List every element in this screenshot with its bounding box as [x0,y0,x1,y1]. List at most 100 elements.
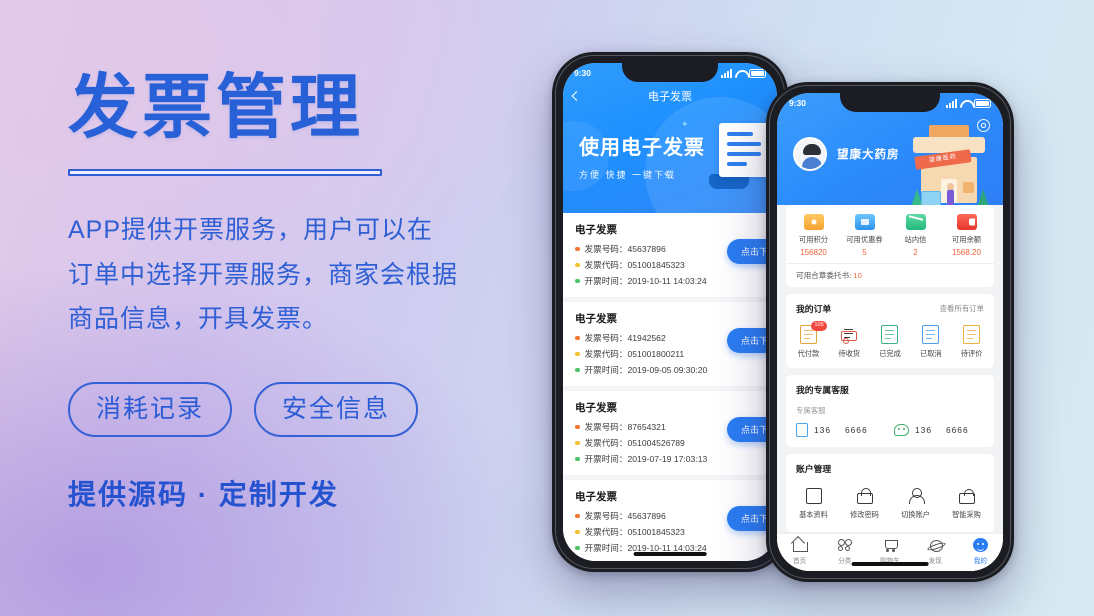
account-action-item[interactable]: 基本资料 [788,488,839,520]
stat-item[interactable]: 可用余额 1568.20 [941,214,992,257]
phone-mockup-member-center: 望康大药房 望康医药 9:30 可用积分 156820 可用优惠券 5 站内信 … [766,82,1014,582]
invoice-card[interactable]: 电子发票 发票号码： 45637896 发票代码： 051001845323 开… [563,480,777,561]
stat-item[interactable]: 可用优惠券 5 [839,214,890,257]
user-profile[interactable]: 望康大药房 [793,137,900,171]
order-status-item[interactable]: 已完成 [870,325,911,359]
invoice-card-title: 电子发票 [575,402,617,414]
discover-icon [928,538,943,552]
account-action-item[interactable]: 切换账户 [890,488,941,520]
status-dot [575,246,580,252]
wifi-icon [735,69,746,78]
battery-icon [974,98,991,108]
document-sheet [719,123,769,177]
view-all-orders-link[interactable]: 查看所有订单 [940,303,984,314]
order-status-icon [963,325,981,344]
status-dot [575,529,580,535]
invoice-card-title: 电子发票 [575,224,617,236]
status-dot [575,262,580,268]
status-dot [575,545,580,551]
document-icon [805,488,822,504]
invoice-card[interactable]: 电子发票 发票号码： 45637896 发票代码： 051001845323 开… [563,213,777,297]
account-action-item[interactable]: 修改密码 [839,488,890,520]
invoice-number-value: 41942562 [627,333,666,343]
order-status-item[interactable]: 待收货 [829,325,870,359]
stat-item[interactable]: 站内信 2 [890,214,941,257]
invoice-card[interactable]: 电子发票 发票号码： 87654321 发票代码： 051004526789 开… [563,391,777,475]
invoice-code-value: 051001845323 [627,260,685,270]
stat-item[interactable]: 可用积分 156820 [788,214,839,257]
home-indicator [633,552,707,556]
page-title: 发票管理 [68,68,364,146]
tab-首页[interactable]: 首页 [777,538,822,565]
title-divider [68,169,382,177]
phone-prefix: 136 [814,425,831,435]
account-action-label: 修改密码 [850,510,879,519]
order-status-item[interactable]: 105 代付款 [788,321,829,359]
status-indicators [721,68,766,78]
invoice-navbar: 电子发票 [563,83,777,109]
invoice-document-illustration [709,123,769,189]
stat-label: 可用余额 [951,235,982,244]
member-center-screen: 望康大药房 望康医药 9:30 可用积分 156820 可用优惠券 5 站内信 … [777,93,1003,571]
invoice-time-row: 开票时间： 2019-09-05 09:30:20 [575,364,765,376]
invoice-number-label: 发票号码： [584,511,628,521]
tab-发现[interactable]: 发现 [913,538,958,565]
tab-购物车[interactable]: 购物车 [867,538,912,565]
invoice-screen: ✦ ✦ 使用电子发票 方便 快捷 一键下载 9:30 电子发票 电子发票 发票号… [563,63,777,561]
phone-icon [796,423,808,437]
phone-mockup-invoice-list: ✦ ✦ 使用电子发票 方便 快捷 一键下载 9:30 电子发票 电子发票 发票号… [552,52,788,572]
wallet-icon [956,214,977,230]
account-action-item[interactable]: 智能采购 [941,488,992,520]
member-content: 可用积分 156820 可用优惠券 5 站内信 2 可用余额 1568.20 可… [777,205,1003,571]
invoice-time-value: 2019-10-11 14:03:24 [627,276,707,286]
tab-我的[interactable]: 我的 [958,538,1003,565]
order-status-item[interactable]: 待评价 [951,325,992,359]
status-dot [575,440,580,446]
stat-value: 5 [862,248,867,257]
phone-notch [622,63,718,82]
invoice-number-value: 87654321 [627,422,666,432]
pill-security-info[interactable]: 安全信息 [254,381,419,437]
stat-value: 2 [913,248,918,257]
account-row: 基本资料 修改密码 切换账户 智能采购 [786,477,994,532]
invoice-list[interactable]: 电子发票 发票号码： 45637896 发票代码： 051001845323 开… [563,213,777,561]
account-header: 账户管理 [786,454,994,477]
invoice-card-title: 电子发票 [575,313,617,325]
service-contacts: 136 6666 136 6666 [786,416,994,447]
home-indicator [851,562,929,566]
tab-分类[interactable]: 分类 [822,538,867,565]
tab-label: 首页 [793,558,807,565]
wifi-icon [960,99,971,108]
status-time: 9:30 [574,68,592,78]
service-wechat[interactable]: 136 6666 [894,423,984,437]
entrust-label: 可用合章委托书: [796,271,852,280]
service-title: 我的专属客服 [796,385,849,395]
order-status-icon [922,325,940,344]
mail-icon [905,214,926,230]
status-dot [575,424,580,430]
account-card: 账户管理 基本资料 修改密码 切换账户 智能采购 [786,454,994,532]
pill-consumption-record[interactable]: 消耗记录 [68,381,233,437]
invoice-code-value: 051004526789 [627,438,685,448]
status-dot [575,278,580,284]
promo-banner: 发票管理 APP提供开票服务，用户可以在 订单中选择开票服务，商家会根据 商品信… [0,0,1094,616]
invoice-time-row: 开票时间： 2019-10-11 14:03:24 [575,275,765,287]
wechat-suffix: 6666 [945,425,969,435]
invoice-time-label: 开票时间： [584,454,628,464]
invoice-time-value: 2019-09-05 09:30:20 [627,365,708,375]
invoice-code-value: 051001800211 [627,349,685,359]
shop-roof [913,137,985,153]
stat-label: 可用优惠券 [846,235,883,244]
invoice-card-title: 电子发票 [575,491,617,503]
ticket-icon [854,214,875,230]
entrust-note: 可用合章委托书: 10 [786,263,994,287]
back-icon[interactable] [571,91,582,101]
wechat-icon [894,424,909,436]
service-phone[interactable]: 136 6666 [796,423,886,437]
order-status-item[interactable]: 已取消 [910,325,951,359]
order-status-icon [840,325,858,344]
invoice-card[interactable]: 电子发票 发票号码： 41942562 发票代码： 051001800211 开… [563,302,777,386]
lock-icon [856,488,873,504]
stat-label: 可用积分 [798,235,829,244]
invoice-number-value: 45637896 [627,244,666,254]
